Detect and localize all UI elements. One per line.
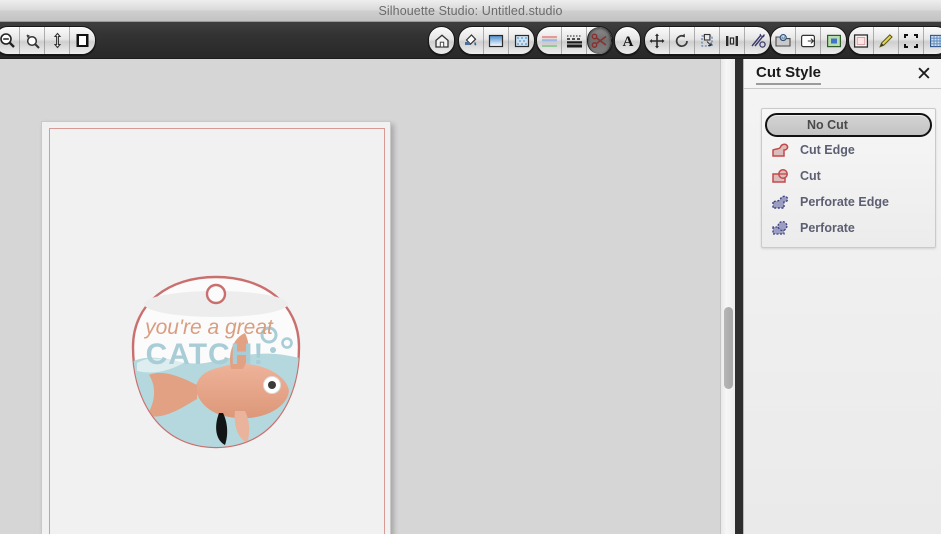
- zoom-selection-button[interactable]: [20, 27, 45, 54]
- text-style-icon: A: [622, 34, 633, 50]
- fill-gradient-button[interactable]: [484, 27, 509, 54]
- zoom-out-button[interactable]: [0, 27, 20, 54]
- toolbar-group-transform-tools: [644, 26, 771, 55]
- cut-style-button[interactable]: [587, 27, 612, 54]
- toolbar-group-page-tools: M: [770, 26, 847, 55]
- toolbar-group-output-tools: [848, 26, 941, 55]
- canvas-workspace[interactable]: you're a great CATCH! -Blake: [0, 59, 735, 534]
- window-title: Silhouette Studio: Untitled.studio: [378, 3, 563, 18]
- panel-header-divider: [744, 88, 941, 89]
- rotate-button[interactable]: [670, 27, 695, 54]
- pan-icon: [53, 32, 61, 49]
- vertical-scrollbar-thumb[interactable]: [724, 307, 733, 389]
- grid-button[interactable]: [924, 27, 941, 54]
- cut-style-panel: Cut Style ✕ No Cut Cut Edge Cut Perforat…: [743, 59, 941, 534]
- zoom-selection-icon: [25, 34, 40, 49]
- modify-button[interactable]: [745, 27, 770, 54]
- line-style-icon: [566, 35, 582, 47]
- svg-text:A: A: [622, 34, 633, 50]
- page-setup-button[interactable]: [849, 27, 874, 54]
- panel-header: Cut Style: [744, 59, 941, 89]
- hang-hole: [205, 283, 227, 305]
- cut-style-item-cut-edge[interactable]: Cut Edge: [762, 137, 935, 163]
- registration-marks-icon: [904, 33, 918, 48]
- cut-style-item-perforate-edge[interactable]: Perforate Edge: [762, 189, 935, 215]
- scale-icon: [701, 33, 713, 47]
- fill-pattern-icon: [514, 34, 529, 47]
- rotate-icon: [675, 33, 688, 47]
- cut-style-label: No Cut: [807, 118, 848, 132]
- fill-color-icon: [465, 33, 477, 45]
- toolbar-group-line-tools: [536, 26, 613, 55]
- tag-line-2: CATCH!: [146, 338, 265, 371]
- trace-button[interactable]: [821, 27, 846, 54]
- cut-icon: [768, 167, 794, 185]
- cut-style-list: No Cut Cut Edge Cut Perforate Edge Perfo…: [761, 108, 936, 248]
- main-toolbar: A M: [0, 22, 941, 59]
- perforate-edge-icon: [768, 193, 794, 211]
- zoom-out-icon: [0, 33, 15, 48]
- page-setup-icon: [853, 33, 869, 48]
- text-style-button[interactable]: A: [615, 27, 640, 54]
- window-titlebar: Silhouette Studio: Untitled.studio: [0, 0, 941, 22]
- toolbar-group-text-tools: A: [614, 26, 641, 55]
- fit-page-icon: [76, 34, 89, 47]
- align-icon: [726, 35, 738, 46]
- fishbowl-gift-tag-artwork[interactable]: you're a great CATCH!: [101, 251, 331, 481]
- offset-button[interactable]: [796, 27, 821, 54]
- design-page[interactable]: you're a great CATCH! -Blake: [41, 121, 391, 534]
- move-icon: [649, 33, 665, 48]
- open-file-button[interactable]: M: [771, 27, 796, 54]
- fit-page-button[interactable]: [70, 27, 95, 54]
- scale-button[interactable]: [695, 27, 720, 54]
- toolbar-group-library: [428, 26, 455, 55]
- move-button[interactable]: [645, 27, 670, 54]
- sketch-pen-icon: [879, 33, 893, 48]
- home-icon: [434, 33, 449, 48]
- fishbowl-illustration: you're a great CATCH!: [131, 275, 301, 449]
- panel-title: Cut Style: [756, 64, 822, 85]
- line-color-icon: [541, 35, 557, 47]
- library-home-button[interactable]: [429, 27, 454, 54]
- close-icon[interactable]: ✕: [913, 63, 935, 85]
- fill-gradient-icon: [488, 34, 504, 47]
- fill-pattern-button[interactable]: [509, 27, 534, 54]
- fill-color-button[interactable]: [459, 27, 484, 54]
- offset-icon: [800, 34, 816, 47]
- modify-icon: [750, 33, 766, 48]
- cut-edge-icon: [768, 141, 794, 159]
- open-file-icon: M: [775, 33, 791, 47]
- line-color-button[interactable]: [537, 27, 562, 54]
- cut-style-item-cut[interactable]: Cut: [762, 163, 935, 189]
- cut-style-label: Perforate: [800, 221, 855, 235]
- scissors-icon: [591, 33, 607, 48]
- registration-marks-button[interactable]: [899, 27, 924, 54]
- pan-button[interactable]: [45, 27, 70, 54]
- app-window: Silhouette Studio: Untitled.studio A M y…: [0, 0, 941, 534]
- svg-text:M: M: [781, 35, 785, 40]
- align-button[interactable]: [720, 27, 745, 54]
- toolbar-group-fill-tools: [458, 26, 535, 55]
- trace-icon: [826, 34, 841, 47]
- tag-line-1: you're a great: [143, 316, 274, 339]
- cut-style-label: Cut Edge: [800, 143, 855, 157]
- perforate-icon: [768, 219, 794, 237]
- cut-style-label: Perforate Edge: [800, 195, 889, 209]
- line-style-button[interactable]: [562, 27, 587, 54]
- cut-style-label: Cut: [800, 169, 821, 183]
- cut-style-item-no-cut[interactable]: No Cut: [765, 113, 932, 137]
- grid-icon: [929, 34, 941, 47]
- vertical-scrollbar[interactable]: [720, 59, 735, 534]
- panel-divider: [735, 59, 743, 534]
- cut-style-item-perforate[interactable]: Perforate: [762, 215, 935, 241]
- toolbar-group-view-tools: [0, 26, 96, 55]
- sketch-pen-button[interactable]: [874, 27, 899, 54]
